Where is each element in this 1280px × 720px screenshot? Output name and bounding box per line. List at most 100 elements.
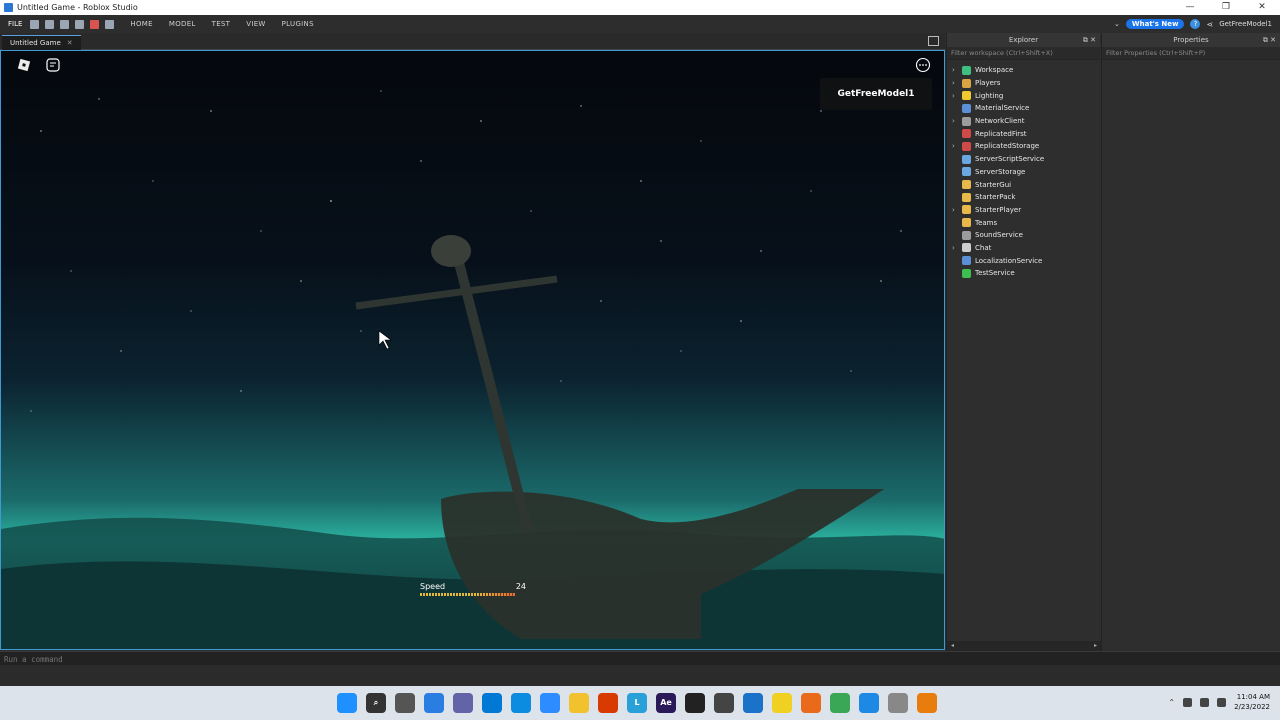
mail-icon[interactable] — [743, 693, 763, 713]
vscode-icon[interactable] — [482, 693, 502, 713]
share-icon[interactable]: ⋖ — [1206, 20, 1213, 29]
wifi-icon[interactable] — [1200, 697, 1210, 707]
chevron-down-icon[interactable]: ⌄ — [1114, 20, 1120, 28]
explorer-item-networkclient[interactable]: › NetworkClient — [947, 115, 1100, 128]
maximize-viewport-icon[interactable] — [928, 36, 939, 46]
explorer-item-chat[interactable]: › Chat — [947, 242, 1100, 255]
command-bar — [0, 651, 1280, 665]
tab-test[interactable]: TEST — [204, 20, 239, 28]
clock-time: 11:04 AM — [1236, 693, 1270, 701]
tab-home[interactable]: HOME — [122, 20, 160, 28]
after-effects-icon[interactable]: Ae — [656, 693, 676, 713]
tab-plugins[interactable]: PLUGINS — [274, 20, 322, 28]
help-icon[interactable]: ? — [1190, 19, 1201, 29]
clock[interactable]: 11:04 AM 2/23/2022 — [1234, 692, 1270, 712]
roblox-studio-icon[interactable] — [859, 693, 879, 713]
zoom-icon[interactable] — [540, 693, 560, 713]
explorer-item-replicatedstorage[interactable]: › ReplicatedStorage — [947, 140, 1100, 153]
office-icon[interactable] — [598, 693, 618, 713]
explorer-item-label: Players — [975, 79, 1001, 88]
edge-icon[interactable] — [511, 693, 531, 713]
epic-games-icon[interactable] — [685, 693, 705, 713]
whats-new-button[interactable]: What's New — [1125, 19, 1185, 29]
close-button[interactable]: ✕ — [1244, 0, 1280, 15]
explorer-item-testservice[interactable]: TestService — [947, 267, 1100, 280]
volume-icon[interactable] — [1217, 697, 1227, 707]
open-icon[interactable] — [45, 19, 55, 29]
tray-overflow-icon[interactable]: ⌃ — [1168, 698, 1175, 707]
explorer-item-label: StarterPlayer — [975, 205, 1022, 214]
tab-untitled-game[interactable]: Untitled Game ✕ — [2, 35, 81, 50]
getfreemodel-button[interactable]: GetFreeModel1 — [820, 78, 932, 110]
explorer-item-lighting[interactable]: › Lighting — [947, 89, 1100, 102]
task-view-icon[interactable] — [395, 693, 415, 713]
explorer-filter-input[interactable]: Filter workspace (Ctrl+Shift+X) — [947, 47, 1100, 60]
more-options-icon[interactable] — [915, 57, 931, 73]
chevron-right-icon[interactable]: › — [952, 117, 962, 125]
networkclient-icon — [962, 116, 971, 126]
lightshot-icon[interactable]: L — [627, 693, 647, 713]
close-tab-icon[interactable]: ✕ — [67, 39, 73, 47]
explorer-item-startergui[interactable]: StarterGui — [947, 178, 1100, 191]
sticky-notes-icon[interactable] — [772, 693, 792, 713]
stop-icon[interactable] — [90, 19, 100, 29]
file-menu[interactable]: FILE — [0, 20, 30, 28]
chevron-right-icon[interactable]: › — [952, 79, 962, 87]
game-viewport[interactable]: GetFreeModel1 Speed 24 — [0, 50, 945, 650]
fl-studio-icon[interactable] — [801, 693, 821, 713]
minimize-button[interactable]: — — [1172, 0, 1208, 15]
microphone-icon[interactable] — [1183, 697, 1193, 707]
scroll-left-icon[interactable]: ◂ — [951, 642, 954, 649]
panel-controls[interactable]: ⧉ ✕ — [1263, 33, 1276, 47]
explorer-scrollbar[interactable]: ◂ ▸ — [947, 641, 1101, 651]
explorer-item-players[interactable]: › Players — [947, 77, 1100, 90]
explorer-item-label: ServerScriptService — [975, 155, 1045, 164]
scroll-right-icon[interactable]: ▸ — [1094, 642, 1097, 649]
chevron-right-icon[interactable]: › — [952, 206, 962, 214]
explorer-item-workspace[interactable]: › Workspace — [947, 64, 1100, 77]
explorer-item-serverscriptservice[interactable]: ServerScriptService — [947, 153, 1100, 166]
windows-start-icon[interactable] — [337, 693, 357, 713]
tab-view[interactable]: VIEW — [238, 20, 273, 28]
undo-icon[interactable] — [105, 19, 115, 29]
chevron-right-icon[interactable]: › — [952, 92, 962, 100]
blender-icon[interactable] — [917, 693, 937, 713]
explorer-item-serverstorage[interactable]: ServerStorage — [947, 166, 1100, 179]
chrome-icon[interactable] — [830, 693, 850, 713]
new-file-icon[interactable] — [30, 19, 40, 29]
chat-app-icon[interactable] — [453, 693, 473, 713]
command-input[interactable] — [4, 653, 1264, 665]
explorer-item-materialservice[interactable]: MaterialService — [947, 102, 1100, 115]
explorer-item-label: StarterPack — [975, 193, 1016, 202]
search-icon[interactable]: ⌕ — [366, 693, 386, 713]
roblox-icon[interactable] — [888, 693, 908, 713]
play-icon[interactable] — [75, 19, 85, 29]
obs-icon[interactable] — [714, 693, 734, 713]
maximize-button[interactable]: ❐ — [1208, 0, 1244, 15]
chevron-right-icon[interactable]: › — [952, 244, 962, 252]
explorer-item-starterplayer[interactable]: › StarterPlayer — [947, 204, 1100, 217]
chat-icon — [962, 243, 971, 253]
chevron-right-icon[interactable]: › — [952, 142, 962, 150]
explorer-item-soundservice[interactable]: SoundService — [947, 229, 1100, 242]
explorer-item-teams[interactable]: Teams — [947, 216, 1100, 229]
soundservice-icon — [962, 230, 971, 240]
explorer-item-replicatedfirst[interactable]: ReplicatedFirst — [947, 127, 1100, 140]
document-tabs: Untitled Game ✕ — [0, 33, 945, 50]
explorer-item-localizationservice[interactable]: LocalizationService — [947, 254, 1100, 267]
file-explorer-icon[interactable] — [569, 693, 589, 713]
user-name[interactable]: GetFreeModel1 — [1219, 20, 1272, 28]
widgets-icon[interactable] — [424, 693, 444, 713]
panel-controls[interactable]: ⧉ ✕ — [1083, 33, 1096, 47]
properties-header: Properties ⧉ ✕ — [1102, 33, 1280, 47]
tab-model[interactable]: MODEL — [161, 20, 204, 28]
redo-icon[interactable] — [60, 19, 70, 29]
chat-icon[interactable] — [45, 57, 61, 73]
roblox-menu-icon[interactable] — [16, 57, 32, 73]
explorer-item-starterpack[interactable]: StarterPack — [947, 191, 1100, 204]
properties-filter-input[interactable]: Filter Properties (Ctrl+Shift+P) — [1102, 47, 1280, 60]
clock-date: 2/23/2022 — [1234, 703, 1270, 711]
chevron-right-icon[interactable]: › — [952, 66, 962, 74]
workspace-icon — [962, 65, 971, 75]
ribbon-menubar: FILE HOME MODEL TEST VIEW PLUGINS ⌄ What… — [0, 15, 1280, 33]
